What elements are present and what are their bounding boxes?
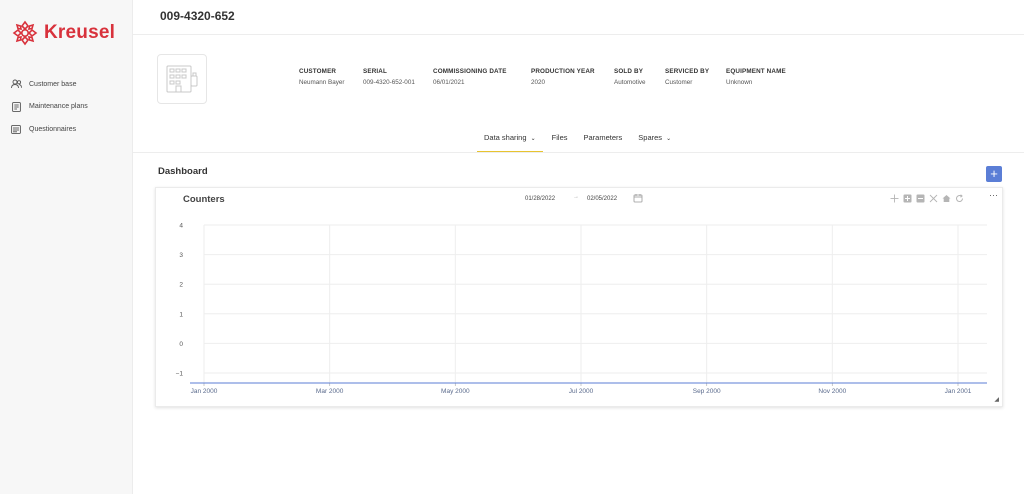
tab-label: Parameters — [583, 133, 623, 142]
info-value: Neumann Bayer — [299, 79, 345, 86]
sidebar-item-label: Maintenance plans — [29, 103, 88, 111]
tab-label: Files — [551, 133, 568, 142]
sidebar-item-customer-base[interactable]: Customer base — [10, 73, 88, 96]
tab-parameters[interactable]: Parameters — [577, 128, 630, 153]
info-label: SERIAL — [363, 68, 387, 75]
info-value: 2020 — [531, 79, 546, 86]
x-tick-label: Jan 2001 — [945, 388, 972, 395]
sidebar-item-questionnaires[interactable]: Questionnaires — [10, 118, 88, 141]
chevron-down-icon: ⌄ — [666, 136, 672, 142]
y-tick-label: 4 — [179, 223, 183, 230]
x-tick-label: Nov 2000 — [818, 388, 846, 395]
info-sold-by: SOLD BY Automotive — [614, 68, 646, 86]
info-value: Automotive — [614, 79, 646, 86]
chevron-down-icon: ⌄ — [530, 136, 536, 142]
y-tick-label: 3 — [179, 252, 183, 259]
info-label: COMMISSIONING DATE — [433, 68, 507, 75]
info-label: SERVICED BY — [665, 68, 710, 75]
document-icon — [10, 101, 22, 113]
tab-spares[interactable]: Spares ⌄ — [631, 128, 678, 153]
equipment-placeholder-icon — [166, 65, 198, 93]
info-serviced-by: SERVICED BY Customer — [665, 68, 709, 86]
tab-files[interactable]: Files — [545, 128, 575, 153]
header-divider — [133, 34, 1024, 35]
x-tick-label: Jul 2000 — [569, 388, 594, 395]
counters-chart: 4 3 2 1 0 −1 Jan 2000 Mar 2000 May 2000 Jul 2000 S… — [176, 223, 987, 395]
equipment-thumbnail — [157, 54, 207, 104]
users-icon — [10, 78, 22, 90]
info-value: Unknown — [726, 79, 753, 86]
x-tick-label: Mar 2000 — [316, 388, 344, 395]
counters-widget: Counters 01/28/2022 → 02/05/2022 ··· 4 3… — [155, 187, 1003, 407]
info-value: Customer — [665, 79, 693, 86]
y-tick-label: 2 — [179, 282, 183, 289]
tab-label: Data sharing — [484, 133, 527, 142]
info-label: CUSTOMER — [299, 68, 337, 75]
info-label: SOLD BY — [614, 68, 644, 75]
brand-logo[interactable]: Kreusel — [12, 20, 115, 46]
x-tick-label: Sep 2000 — [693, 388, 721, 395]
y-tick-label: 1 — [179, 311, 183, 318]
tabs-divider — [133, 152, 1024, 153]
info-value: 06/01/2021 — [433, 79, 465, 86]
tab-data-sharing[interactable]: Data sharing ⌄ — [477, 128, 543, 153]
sidebar-item-maintenance-plans[interactable]: Maintenance plans — [10, 96, 88, 119]
info-production-year: PRODUCTION YEAR 2020 — [531, 68, 595, 86]
sidebar: Kreusel Customer base Maintenance plans … — [0, 0, 133, 494]
info-customer: CUSTOMER Neumann Bayer — [299, 68, 345, 86]
info-equipment-name: EQUIPMENT NAME Unknown — [726, 68, 786, 86]
kreusel-logo-icon — [12, 20, 38, 46]
list-icon — [10, 123, 22, 135]
sidebar-nav: Customer base Maintenance plans Question… — [10, 73, 88, 141]
main-content: 009-4320-652 CUSTOMER Neumann Bayer SERI… — [133, 0, 1024, 494]
info-value: 009-4320-652-001 — [363, 79, 415, 86]
info-serial: SERIAL 009-4320-652-001 — [363, 68, 415, 86]
sidebar-item-label: Customer base — [29, 80, 77, 88]
x-tick-label: Jan 2000 — [191, 388, 218, 395]
tab-label: Spares — [638, 133, 663, 142]
y-tick-label: −1 — [176, 371, 184, 378]
x-tick-label: May 2000 — [441, 388, 470, 395]
info-commissioning-date: COMMISSIONING DATE 06/01/2021 — [433, 68, 507, 86]
info-label: EQUIPMENT NAME — [726, 68, 786, 75]
page-title: 009-4320-652 — [160, 9, 235, 23]
info-label: PRODUCTION YEAR — [531, 68, 595, 75]
resize-handle-icon[interactable]: ◢ — [994, 396, 999, 403]
y-tick-label: 0 — [179, 341, 183, 348]
brand-name: Kreusel — [44, 22, 116, 43]
dashboard-title: Dashboard — [158, 166, 208, 177]
sidebar-item-label: Questionnaires — [29, 125, 77, 133]
tab-bar: Data sharing ⌄ Files Parameters Spares ⌄ — [477, 128, 680, 153]
add-widget-button[interactable]: + — [986, 166, 1002, 182]
